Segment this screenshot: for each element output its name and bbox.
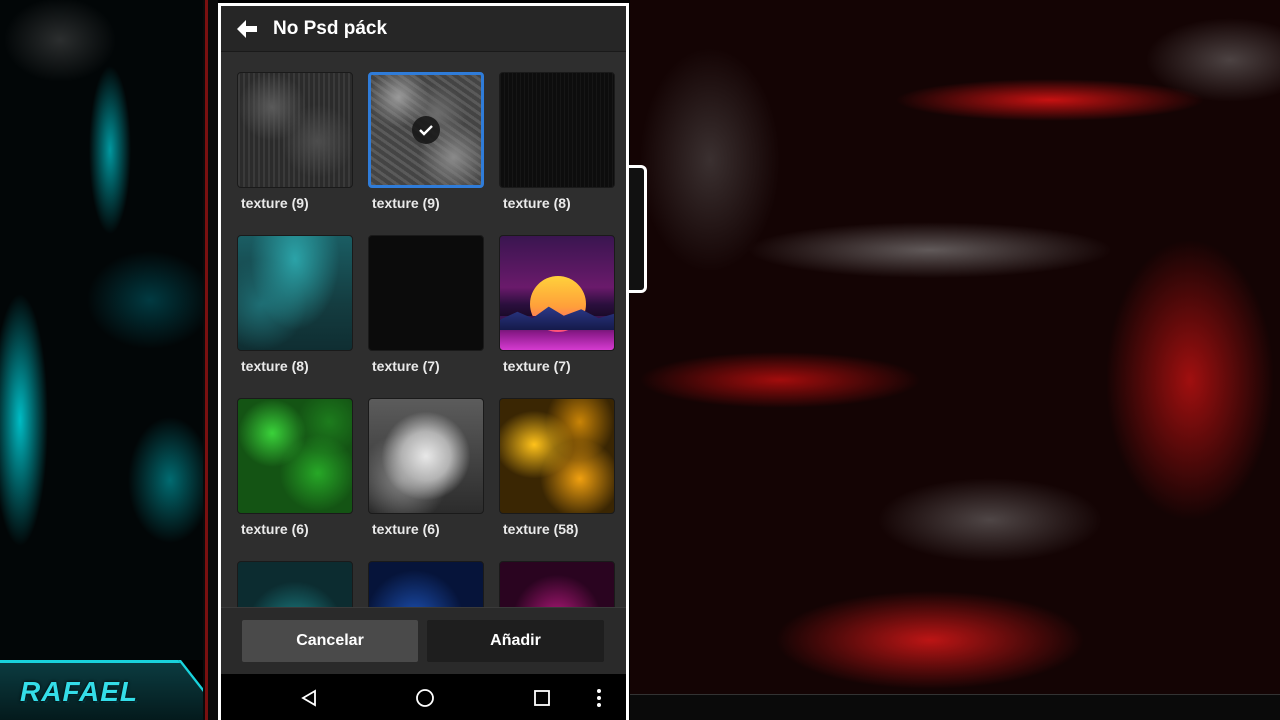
texture-tile[interactable]: texture (7) bbox=[499, 235, 615, 374]
texture-thumbnail bbox=[237, 72, 353, 188]
phone-bezel-left bbox=[203, 0, 218, 720]
page-title: No Psd páck bbox=[273, 17, 388, 39]
texture-tile-selected[interactable]: texture (9) bbox=[368, 72, 484, 211]
texture-thumbnail bbox=[499, 72, 615, 188]
phone-screen: No Psd páck texture (9) texture (9) text… bbox=[218, 3, 629, 720]
more-options-icon[interactable] bbox=[587, 686, 611, 710]
texture-label: texture (8) bbox=[241, 358, 309, 374]
nav-home-icon[interactable] bbox=[413, 686, 437, 710]
texture-tile[interactable]: texture (6) bbox=[368, 398, 484, 537]
texture-tile[interactable] bbox=[368, 561, 484, 607]
texture-thumbnail bbox=[368, 398, 484, 514]
nav-back-icon[interactable] bbox=[297, 686, 321, 710]
texture-label: texture (9) bbox=[372, 195, 440, 211]
texture-tile[interactable]: texture (9) bbox=[237, 72, 353, 211]
right-background-wallpaper bbox=[630, 0, 1280, 700]
texture-thumbnail bbox=[237, 235, 353, 351]
texture-thumbnail bbox=[499, 235, 615, 351]
cancel-button[interactable]: Cancelar bbox=[242, 620, 418, 662]
texture-thumbnail bbox=[499, 561, 615, 607]
texture-label: texture (58) bbox=[503, 521, 579, 537]
texture-tile[interactable]: texture (8) bbox=[237, 235, 353, 374]
texture-label: texture (6) bbox=[372, 521, 440, 537]
texture-label: texture (7) bbox=[503, 358, 571, 374]
texture-thumbnail bbox=[237, 561, 353, 607]
texture-thumbnail bbox=[499, 398, 615, 514]
texture-label: texture (8) bbox=[503, 195, 571, 211]
back-button[interactable] bbox=[221, 6, 273, 52]
nav-recents-icon[interactable] bbox=[530, 686, 554, 710]
texture-thumbnail bbox=[237, 398, 353, 514]
texture-tile[interactable]: texture (6) bbox=[237, 398, 353, 537]
texture-thumbnail bbox=[368, 235, 484, 351]
android-navigation-bar bbox=[221, 674, 626, 720]
texture-tile[interactable]: texture (7) bbox=[368, 235, 484, 374]
texture-tile[interactable] bbox=[237, 561, 353, 607]
texture-thumbnail bbox=[368, 72, 484, 188]
texture-label: texture (7) bbox=[372, 358, 440, 374]
app-header: No Psd páck bbox=[221, 6, 626, 52]
texture-tile[interactable]: texture (58) bbox=[499, 398, 615, 537]
watermark-logo: RAFAEL bbox=[20, 676, 138, 707]
texture-tile[interactable] bbox=[499, 561, 615, 607]
bottom-strip bbox=[630, 694, 1280, 720]
phone-side-button bbox=[629, 165, 647, 293]
texture-tile[interactable]: texture (8) bbox=[499, 72, 615, 211]
dialog-button-bar: Cancelar Añadir bbox=[221, 607, 626, 674]
left-background-wallpaper bbox=[0, 0, 218, 720]
texture-thumbnail bbox=[368, 561, 484, 607]
texture-label: texture (9) bbox=[241, 195, 309, 211]
texture-label: texture (6) bbox=[241, 521, 309, 537]
add-button[interactable]: Añadir bbox=[427, 620, 604, 662]
arrow-left-icon bbox=[237, 19, 257, 38]
texture-grid[interactable]: texture (9) texture (9) texture (8) text… bbox=[221, 52, 626, 607]
checkmark-icon bbox=[412, 116, 440, 144]
